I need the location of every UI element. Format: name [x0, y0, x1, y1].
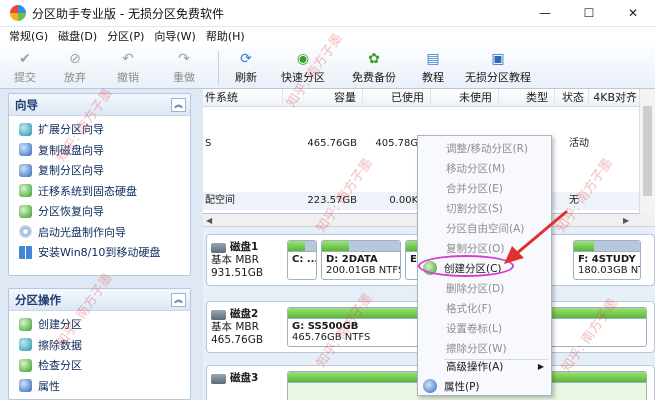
ops-panel-title: 分区操作 — [15, 292, 61, 307]
col-filesystem[interactable]: 件系统 — [203, 89, 283, 106]
migrate-os-icon — [19, 184, 32, 198]
menu-item-advanced[interactable]: 高级操作(A) ▶ — [419, 356, 550, 376]
col-status[interactable]: 状态 — [555, 89, 589, 106]
app-logo-icon — [10, 5, 26, 21]
check-partition-icon — [19, 358, 32, 372]
menu-item-merge[interactable]: 合并分区(E) — [419, 178, 550, 198]
windows-icon — [19, 245, 32, 259]
wizard-item-windows-to-go[interactable]: 安装Win8/10到移动硬盘 — [9, 242, 190, 263]
menu-item-move[interactable]: 移动分区(M) — [419, 158, 550, 178]
submenu-arrow-icon: ▶ — [537, 361, 544, 371]
disk-tutorial-icon: ▣ — [491, 51, 505, 67]
checkmark-icon: ✔ — [19, 51, 31, 67]
list-header: 件系统 容量 已使用 未使用 类型 状态 4KB对齐 — [203, 89, 639, 107]
menu-item-properties[interactable]: 属性(P) — [419, 376, 550, 396]
scrollbar-thumb[interactable] — [643, 106, 652, 196]
menu-bar: 常规(G) 磁盘(D) 分区(P) 向导(W) 帮助(H) — [0, 27, 655, 47]
extend-partition-icon — [19, 122, 32, 136]
wizard-item-partition-recovery[interactable]: 分区恢复向导 — [9, 201, 190, 222]
discard-icon: ⊘ — [69, 51, 81, 67]
hard-disk-icon — [211, 373, 226, 384]
op-properties[interactable]: 属性 — [9, 376, 190, 397]
menu-item-delete-partition[interactable]: 删除分区(D) — [419, 278, 550, 298]
partition-ops-panel: 分区操作 ︽ 创建分区 擦除数据 检查分区 属性 — [8, 288, 191, 400]
disk-info: 磁盘2 基本 MBR 465.76GB — [211, 308, 264, 346]
wizard-item-migrate-os[interactable]: 迁移系统到固态硬盘 — [9, 181, 190, 202]
ops-list: 创建分区 擦除数据 检查分区 属性 — [9, 311, 190, 400]
red-arrow-icon — [504, 210, 568, 264]
wipe-data-icon — [19, 338, 32, 352]
menu-partition[interactable]: 分区(P) — [102, 27, 149, 47]
partition-block[interactable]: F: 4STUDY 180.03GB NTFS — [573, 240, 641, 280]
commit-button[interactable]: ✔ 提交 — [0, 47, 50, 89]
wizard-panel-title: 向导 — [15, 97, 38, 112]
refresh-button[interactable]: ⟳ 刷新 — [225, 47, 267, 89]
ops-panel-header: 分区操作 ︽ — [9, 289, 190, 311]
tutorial-button[interactable]: ▤ 教程 — [409, 47, 457, 89]
wizard-item-extend-partition[interactable]: 扩展分区向导 — [9, 119, 190, 140]
undo-button[interactable]: ↶ 撤销 — [100, 47, 156, 89]
close-button[interactable]: ✕ — [611, 0, 655, 27]
hard-disk-icon — [211, 309, 226, 320]
quick-partition-button[interactable]: ◉ 快速分区 — [267, 47, 339, 89]
op-check-partition[interactable]: 检查分区 — [9, 355, 190, 376]
col-capacity[interactable]: 容量 — [283, 89, 363, 106]
wizard-item-copy-disk[interactable]: 复制磁盘向导 — [9, 140, 190, 161]
discard-button[interactable]: ⊘ 放弃 — [50, 47, 100, 89]
menu-item-format[interactable]: 格式化(F) — [419, 298, 550, 318]
maximize-button[interactable]: ☐ — [567, 0, 611, 27]
menu-help[interactable]: 帮助(H) — [201, 27, 250, 47]
wizard-panel: 向导 ︽ 扩展分区向导 复制磁盘向导 复制分区向导 迁移系统到固态硬盘 分区恢复… — [8, 93, 191, 276]
cd-icon — [19, 225, 32, 239]
title-bar: 分区助手专业版 - 无损分区免费软件 — ☐ ✕ — [0, 0, 655, 27]
disk-info: 磁盘1 基本 MBR 931.51GB — [211, 241, 264, 279]
properties-icon — [19, 379, 32, 393]
window-title: 分区助手专业版 - 无损分区免费软件 — [32, 6, 224, 21]
col-used[interactable]: 已使用 — [363, 89, 431, 106]
menu-item-wipe-partition[interactable]: 擦除分区(W) — [419, 338, 550, 358]
op-wipe-data[interactable]: 擦除数据 — [9, 335, 190, 356]
create-partition-icon — [19, 317, 32, 331]
lossless-tutorial-button[interactable]: ▣ 无损分区教程 — [457, 47, 539, 89]
menu-wizard[interactable]: 向导(W) — [149, 27, 200, 47]
partition-block[interactable]: C: ... — [287, 240, 317, 280]
undo-icon: ↶ — [122, 51, 134, 67]
scroll-right-icon[interactable]: ▶ — [623, 214, 629, 227]
wizard-list: 扩展分区向导 复制磁盘向导 复制分区向导 迁移系统到固态硬盘 分区恢复向导 启动… — [9, 116, 190, 267]
col-4k-align[interactable]: 4KB对齐 — [589, 89, 639, 106]
info-icon — [423, 379, 437, 393]
wizard-panel-header: 向导 ︽ — [9, 94, 190, 116]
col-type[interactable]: 类型 — [499, 89, 555, 106]
backup-icon: ✿ — [368, 51, 380, 67]
partition-recovery-icon — [19, 204, 32, 218]
redo-button[interactable]: ↷ 重做 — [156, 47, 212, 89]
wizard-item-bootable-cd[interactable]: 启动光盘制作向导 — [9, 222, 190, 243]
copy-disk-icon — [19, 143, 32, 157]
scroll-left-icon[interactable]: ◀ — [206, 214, 212, 227]
wizard-item-copy-partition[interactable]: 复制分区向导 — [9, 160, 190, 181]
window-controls: — ☐ ✕ — [523, 0, 655, 27]
op-create-partition[interactable]: 创建分区 — [9, 314, 190, 335]
menu-item-resize-move[interactable]: 调整/移动分区(R) — [419, 138, 550, 158]
menu-general[interactable]: 常规(G) — [4, 27, 53, 47]
list-vertical-scrollbar[interactable] — [639, 89, 655, 214]
toolbar: ✔ 提交 ⊘ 放弃 ↶ 撤销 ↷ 重做 ⟳ 刷新 ◉ 快速分区 ✿ 免费备份 ▤… — [0, 47, 655, 89]
menu-item-set-label[interactable]: 设置卷标(L) — [419, 318, 550, 338]
collapse-icon[interactable]: ︽ — [171, 292, 186, 307]
redo-icon: ↷ — [178, 51, 190, 67]
disk-info: 磁盘3 — [211, 372, 283, 385]
partition-block[interactable]: D: 2DATA 200.01GB NTFS — [321, 240, 401, 280]
col-free[interactable]: 未使用 — [431, 89, 499, 106]
toolbar-separator — [218, 51, 219, 85]
left-panel: 向导 ︽ 扩展分区向导 复制磁盘向导 复制分区向导 迁移系统到固态硬盘 分区恢复… — [8, 93, 191, 400]
free-backup-button[interactable]: ✿ 免费备份 — [339, 47, 409, 89]
minimize-button[interactable]: — — [523, 0, 567, 27]
hard-disk-icon — [211, 242, 226, 253]
copy-partition-icon — [19, 163, 32, 177]
refresh-icon: ⟳ — [240, 51, 252, 67]
menu-disk[interactable]: 磁盘(D) — [53, 27, 102, 47]
tutorial-icon: ▤ — [426, 51, 440, 67]
collapse-icon[interactable]: ︽ — [171, 97, 186, 112]
quick-partition-icon: ◉ — [296, 51, 310, 67]
